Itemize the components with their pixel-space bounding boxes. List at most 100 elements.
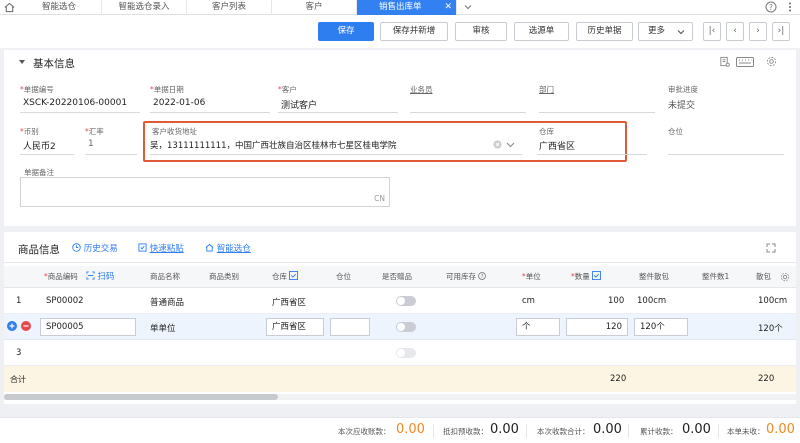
goods-qty[interactable]: 100 [608, 296, 624, 306]
quick-paste-link[interactable]: 快速粘贴 [138, 242, 184, 254]
row-number: 3 [16, 348, 22, 358]
doc-no-label: *单据编号 [20, 85, 54, 94]
remark-textarea[interactable]: CN [20, 177, 390, 207]
customer-label: *客户 [278, 85, 297, 94]
col-gift-header: 是否赠品 [382, 272, 412, 281]
delete-row-icon[interactable] [21, 321, 31, 334]
select-source-button[interactable]: 选源单 [514, 22, 569, 41]
tab-customer-list[interactable]: 客户列表 [187, 0, 272, 15]
col-location-header: 仓位 [336, 272, 351, 281]
total-qty: 220 [610, 374, 627, 384]
horizontal-scrollbar[interactable] [4, 394, 796, 400]
keyboard-icon[interactable] [736, 57, 754, 70]
gear-icon[interactable] [780, 272, 790, 285]
close-icon[interactable]: ✕ [444, 0, 452, 15]
total-row [4, 366, 796, 392]
chevron-down-icon[interactable] [506, 141, 515, 152]
tab-smart-pick[interactable]: 智能选仓 [17, 0, 102, 15]
summary-bar: 本次应收账款： 0.00 抵扣预收款： 0.00 本次收款合计： 0.00 累计… [0, 417, 800, 443]
col-stock-header: 可用库存 ? [446, 266, 487, 288]
col-pack-count-header: 整件数1 [702, 272, 730, 281]
save-and-new-button[interactable]: 保存并新增 [380, 22, 448, 41]
collapse-caret-icon[interactable] [18, 58, 26, 69]
row-number: 1 [16, 296, 22, 306]
location-field[interactable] [668, 154, 784, 155]
expand-icon[interactable] [766, 243, 776, 256]
help-icon[interactable]: ? [765, 1, 777, 16]
col-unit-header: *单位 [522, 272, 541, 281]
home-icon [205, 243, 214, 252]
last-record-button[interactable]: ›| [772, 22, 790, 41]
more-button[interactable]: 更多 [638, 22, 693, 41]
goods-name: 普通商品 [150, 298, 185, 308]
rate-label: *汇率 [85, 127, 104, 136]
scan-icon [86, 271, 95, 280]
dept-label: 部门 [539, 85, 554, 94]
gift-toggle[interactable] [396, 348, 416, 358]
add-row-icon[interactable] [7, 321, 17, 334]
edit-icon[interactable] [289, 271, 299, 280]
history-docs-button[interactable]: 历史单据 [576, 22, 633, 41]
gift-toggle[interactable] [396, 296, 416, 306]
goods-pack-input[interactable]: 120个 [634, 318, 688, 336]
prev-record-button[interactable]: ‹ [726, 22, 744, 41]
more-dots-icon[interactable] [785, 1, 795, 16]
cumulative-receipt-value: 0.00 [682, 422, 711, 437]
receipt-total-value: 0.00 [593, 422, 622, 437]
location-label: 仓位 [668, 127, 683, 136]
col-code-header: *商品编码 [44, 272, 78, 281]
warehouse-value[interactable]: 广西省区 [539, 139, 575, 152]
unpaid-label: 本单未收： [727, 427, 765, 436]
save-button[interactable]: 保存 [318, 22, 374, 41]
doc-no-value[interactable]: XSCK-20220106-00001 [23, 98, 127, 108]
goods-warehouse-input[interactable]: 广西省区 [266, 318, 324, 336]
tab-smart-pick-entry[interactable]: 智能选仓录入 [102, 0, 187, 15]
doc-date-value[interactable]: 2022-01-06 [153, 98, 205, 108]
smart-pick-link[interactable]: 智能选仓 [205, 242, 251, 254]
basic-info-panel: 基本信息 *单据编号 XSCK-20220106-00001 *单据日期 202… [4, 50, 796, 226]
clear-icon[interactable] [493, 140, 502, 152]
address-value[interactable]: 吴，13111111111，中国广西壮族自治区桂林市七星区桂电学院 [150, 139, 397, 151]
approval-value: 未提交 [668, 101, 696, 111]
scan-button[interactable]: 扫码 [86, 266, 114, 288]
next-record-button[interactable]: › [749, 22, 767, 41]
help-icon[interactable]: ? [478, 272, 487, 280]
chevron-down-icon[interactable] [463, 2, 473, 15]
salesman-field[interactable] [410, 112, 526, 113]
receivable-value: 0.00 [396, 422, 425, 437]
goods-pack[interactable]: 100cm [637, 296, 666, 306]
print-setting-icon[interactable] [719, 56, 730, 70]
section-title: 基本信息 [33, 58, 75, 70]
audit-button[interactable]: 审核 [455, 22, 507, 41]
gift-toggle[interactable] [396, 322, 416, 332]
dept-field[interactable] [539, 112, 655, 113]
goods-warehouse[interactable]: 广西省区 [272, 296, 306, 308]
rate-value[interactable]: 1 [88, 139, 94, 149]
gear-icon[interactable] [766, 56, 777, 70]
goods-unit[interactable]: cm [522, 296, 535, 306]
customer-value[interactable]: 测试客户 [281, 98, 317, 111]
paste-icon [138, 243, 147, 252]
receipt-total-label: 本次收款合计： [537, 427, 590, 436]
goods-name: 单单位 [150, 324, 176, 334]
col-pack-header: 整件散包 [639, 272, 669, 281]
currency-value[interactable]: 人民币2 [23, 139, 56, 152]
receivable-label: 本次应收账款： [338, 427, 391, 436]
total-last: 220 [758, 374, 775, 384]
tab-sales-outbound[interactable]: 销售出库单 ✕ [357, 0, 457, 15]
goods-code[interactable]: SP00002 [46, 296, 84, 306]
goods-code-input[interactable]: SP00005 [40, 318, 136, 336]
svg-text:?: ? [481, 274, 484, 280]
history-trade-link[interactable]: 历史交易 [72, 242, 118, 254]
goods-location-input[interactable] [330, 318, 370, 336]
tab-customer[interactable]: 客户 [272, 0, 357, 15]
tab-bar: 智能选仓 智能选仓录入 客户列表 客户 销售出库单 ✕ ? [0, 0, 800, 15]
goods-unit-input[interactable]: 个 [516, 318, 560, 336]
edit-icon[interactable] [592, 271, 602, 280]
first-record-button[interactable]: |‹ [703, 22, 721, 41]
goods-panel: 商品信息 历史交易 快速粘贴 智能选仓 *商品编码 扫码 商品名称 商品类别 仓… [4, 232, 796, 404]
goods-section-title: 商品信息 [18, 244, 60, 256]
home-icon[interactable] [4, 2, 15, 16]
scrollbar-thumb[interactable] [4, 394, 278, 400]
goods-qty-input[interactable]: 120 [566, 318, 628, 336]
